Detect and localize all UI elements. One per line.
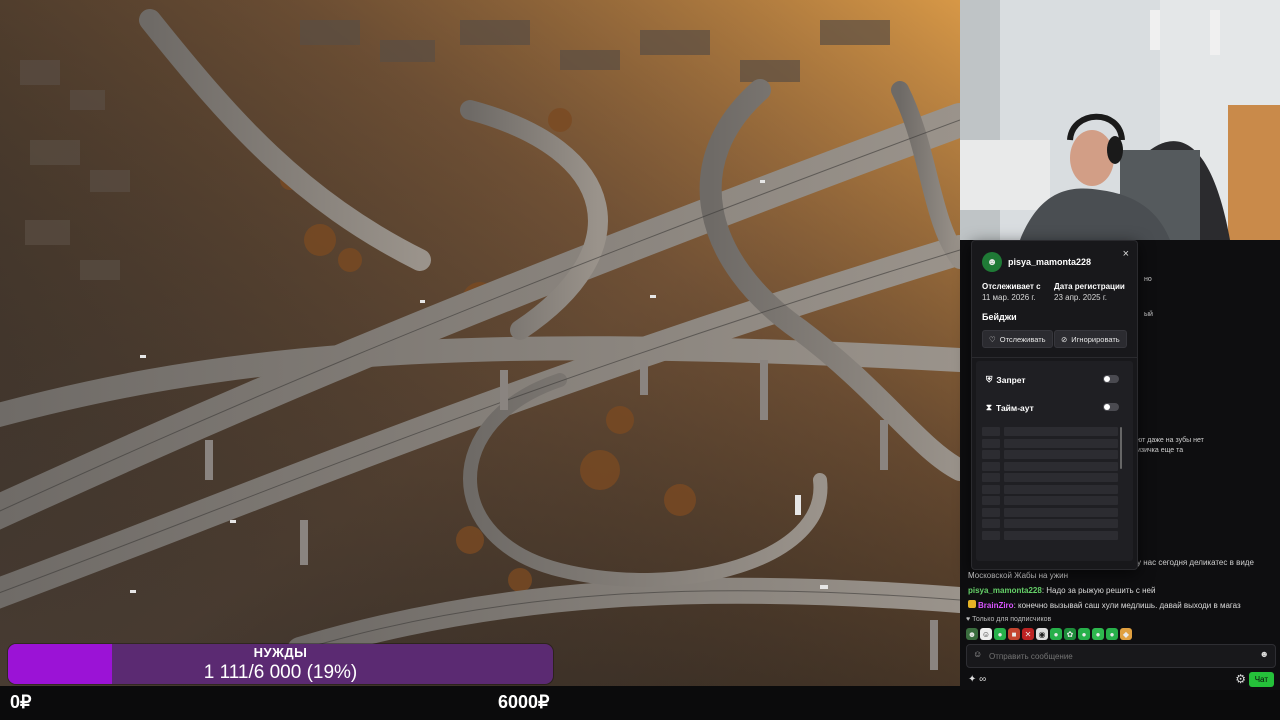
list-item (982, 427, 1118, 436)
chat-message: BrainZiro: конечно вызывай саш хули медл… (968, 598, 1274, 613)
ban-row: ⛨ Запрет (986, 374, 1026, 385)
heart-icon: ♡ (989, 334, 996, 344)
chat-fragment: у нас сегодня деликатес в виде (1137, 558, 1254, 567)
chat-fragment: ют даже на зубы нет (1137, 437, 1204, 444)
hourglass-icon: ⧗ (986, 402, 992, 412)
list-item (982, 450, 1118, 459)
badge-icon (968, 600, 976, 608)
goal-title: НУЖДЫ (253, 645, 308, 660)
chat-input-box[interactable]: ☺ ☻ (966, 644, 1276, 668)
ignore-icon: ⊘ (1061, 334, 1068, 344)
user-card-username[interactable]: pisya_mamonta228 (1008, 257, 1091, 267)
emote-picker-icon[interactable]: ☻ (1260, 649, 1269, 659)
timeout-row: ⧗ Тайм-аут (986, 402, 1034, 413)
webcam-image (960, 0, 1280, 240)
list-item (982, 519, 1118, 528)
list-item (982, 438, 1118, 448)
gear-icon[interactable]: ⚙ (1235, 672, 1246, 686)
ignore-button[interactable]: ⊘ Игнорировать (1054, 330, 1127, 348)
subs-only-text: Только для подписчиков (972, 616, 1052, 623)
follow-button[interactable]: ♡ Отслеживать (982, 330, 1053, 348)
following-since: Отслеживает с 11 мар. 2026 г. (982, 281, 1041, 303)
emote-icon[interactable]: ● (1092, 628, 1104, 640)
divider (972, 357, 1137, 358)
emote-icon[interactable]: ◆ (1120, 628, 1132, 640)
list-item (982, 530, 1118, 540)
emote-icon[interactable]: ✿ (1064, 628, 1076, 640)
ban-label: Запрет (996, 374, 1026, 385)
chat-message: pisya_mamonta228: Надо за рыжую решить с… (968, 583, 1274, 598)
follow-button-label: Отслеживать (999, 334, 1046, 344)
ban-toggle[interactable] (1103, 375, 1119, 383)
subscribers-only-label: ♥ Только для подписчиков (966, 616, 1051, 623)
following-since-value: 11 мар. 2026 г. (982, 293, 1036, 302)
chat-message: Московской Жабы на ужин (968, 568, 1274, 583)
points-icon: ✦ (968, 674, 977, 685)
highway-interchange-photo (0, 0, 960, 690)
channel-points-indicator[interactable]: ✦ ∞ (968, 674, 986, 685)
following-since-label: Отслеживает с (982, 282, 1041, 291)
scrollbar[interactable] (1120, 427, 1122, 469)
goal-labels-strip (0, 686, 960, 720)
chat-send-button[interactable]: Чат (1248, 672, 1274, 687)
chat-footer: ✦ ∞ ⚙ Чат (966, 672, 1274, 688)
chat-fragment: но (1144, 276, 1152, 283)
chat-fragment: изичка еще та (1137, 447, 1184, 454)
emote-icon[interactable]: ● (994, 628, 1006, 640)
emote-icon[interactable]: ◉ (1036, 628, 1048, 640)
chat-message-input[interactable] (987, 648, 1251, 664)
emote-bar: ☻ ☺ ● ■ ✕ ◉ ● ✿ ● ● ● ◆ (966, 628, 1132, 640)
emote-icon[interactable]: ☺ (980, 628, 992, 640)
emote-icon[interactable]: ☻ (966, 628, 978, 640)
badges-heading: Бейджи (982, 312, 1017, 322)
smile-icon[interactable]: ☺ (973, 649, 982, 659)
message-history-placeholder (982, 427, 1118, 553)
close-icon[interactable]: × (1123, 248, 1129, 260)
heart-icon: ♥ (966, 616, 971, 623)
chat-username[interactable]: BrainZiro (978, 601, 1014, 610)
list-item (982, 473, 1118, 482)
list-item (982, 461, 1118, 471)
chat-messages: Московской Жабы на ужин pisya_mamonta228… (968, 568, 1274, 613)
shield-icon: ⛨ (986, 374, 993, 384)
emote-icon[interactable]: ● (1050, 628, 1062, 640)
avatar[interactable]: ☻ (982, 252, 1002, 272)
registration-date: Дата регистрации 23 апр. 2025 г. (1054, 281, 1125, 303)
timeout-toggle[interactable] (1103, 403, 1119, 411)
webcam-feed (960, 0, 1280, 240)
chat-message-text: : конечно вызывай саш хули медлишь. дава… (1013, 601, 1241, 610)
stream-view[interactable]: НУЖДЫ 1 111/6 000 (19%) (0, 0, 960, 690)
emote-icon[interactable]: ■ (1008, 628, 1020, 640)
list-item (982, 484, 1118, 494)
list-item (982, 507, 1118, 517)
registration-date-value: 23 апр. 2025 г. (1054, 293, 1107, 302)
chat-message-text: : Надо за рыжую решить с ней (1041, 586, 1156, 595)
goal-max-label: 6000₽ (498, 692, 550, 712)
emote-icon[interactable]: ✕ (1022, 628, 1034, 640)
donation-goal-bar: НУЖДЫ 1 111/6 000 (19%) (8, 644, 553, 684)
timeout-label: Тайм-аут (995, 402, 1034, 413)
emote-icon[interactable]: ● (1078, 628, 1090, 640)
ignore-button-label: Игнорировать (1071, 334, 1120, 344)
list-item (982, 496, 1118, 505)
registration-date-label: Дата регистрации (1054, 282, 1125, 291)
chat-fragment: ый (1144, 311, 1153, 318)
chat-message-text: Московской Жабы на ужин (968, 571, 1069, 580)
user-card-popup: × ☻ pisya_mamonta228 Отслеживает с 11 ма… (971, 240, 1138, 570)
goal-min-label: 0₽ (10, 692, 32, 712)
points-value: ∞ (979, 674, 987, 685)
chat-username[interactable]: pisya_mamonta228 (968, 586, 1042, 595)
emote-icon[interactable]: ● (1106, 628, 1118, 640)
goal-value: 1 111/6 000 (19%) (203, 662, 358, 683)
